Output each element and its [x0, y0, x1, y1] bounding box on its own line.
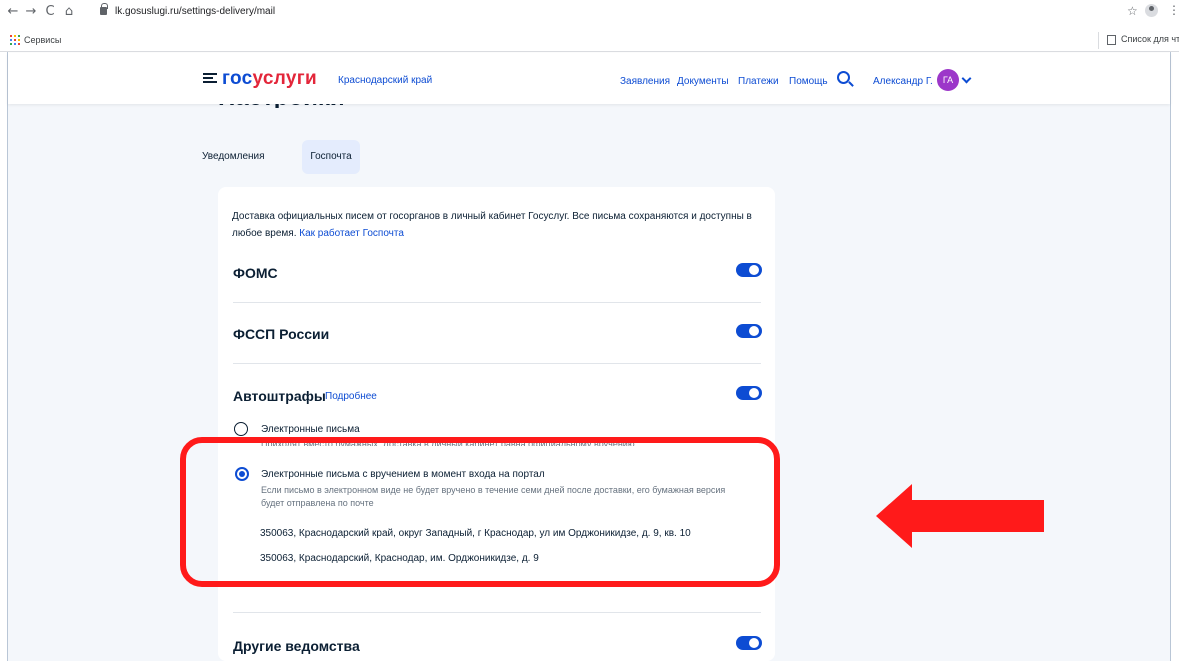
nav-payments[interactable]: Платежи: [738, 76, 779, 87]
nav-applications[interactable]: Заявления: [620, 76, 670, 87]
site-header: госуслуги Краснодарский край Заявления Д…: [8, 53, 1170, 104]
star-icon[interactable]: ☆: [1127, 4, 1138, 18]
autofines-more-link[interactable]: Подробнее: [325, 391, 377, 402]
browser-chrome: ← → C ⌂ lk.gosuslugi.ru/settings-deliver…: [0, 0, 1179, 52]
region-selector[interactable]: Краснодарский край: [338, 75, 432, 86]
back-arrow-icon[interactable]: ←: [6, 5, 20, 19]
menu-dots-icon[interactable]: ⋮: [1168, 3, 1179, 17]
option1-label: Электронные письма: [261, 424, 360, 435]
other-agencies-toggle[interactable]: [736, 636, 762, 650]
lock-icon: [100, 3, 108, 15]
reading-list-button[interactable]: Список для чтения: [1098, 32, 1179, 49]
foms-toggle[interactable]: [736, 263, 762, 277]
address-bar-row: ← → C ⌂ lk.gosuslugi.ru/settings-deliver…: [0, 0, 1179, 26]
address-bar[interactable]: lk.gosuslugi.ru/settings-delivery/mail: [88, 3, 1068, 22]
user-name[interactable]: Александр Г.: [873, 76, 933, 87]
tab-notifications[interactable]: Уведомления: [202, 140, 265, 174]
hamburger-menu-icon[interactable]: [203, 73, 217, 84]
radio-electronic-letters[interactable]: [234, 422, 248, 436]
gosuslugi-logo[interactable]: госуслуги: [222, 68, 317, 90]
agency-other-title: Другие ведомства: [233, 638, 360, 654]
reading-list-label: Список для чтения: [1121, 34, 1179, 44]
nav-help[interactable]: Помощь: [789, 76, 828, 87]
agency-foms-title: ФОМС: [233, 265, 278, 281]
forward-arrow-icon[interactable]: →: [24, 5, 38, 19]
fssp-toggle[interactable]: [736, 324, 762, 338]
divider: [233, 363, 761, 364]
search-icon[interactable]: [837, 71, 850, 84]
url-text: lk.gosuslugi.ru/settings-delivery/mail: [115, 6, 276, 17]
profile-icon[interactable]: [1145, 4, 1158, 17]
agency-fssp-title: ФССП России: [233, 326, 330, 342]
bookmarks-bar: Сервисы Список для чтения: [0, 30, 1179, 52]
reload-icon[interactable]: C: [43, 5, 57, 19]
bookmark-services[interactable]: Сервисы: [24, 35, 61, 45]
viewport-right-border: [1170, 52, 1171, 661]
how-it-works-link[interactable]: Как работает Госпочта: [299, 228, 404, 239]
divider: [233, 612, 761, 613]
intro-text: Доставка официальных писем от госорганов…: [232, 211, 752, 239]
avatar[interactable]: ГА: [937, 69, 959, 91]
apps-grid-icon[interactable]: [10, 35, 20, 45]
highlight-frame: [180, 437, 780, 587]
autofines-toggle[interactable]: [736, 386, 762, 400]
tab-gospochta[interactable]: Госпочта: [302, 140, 360, 174]
nav-documents[interactable]: Документы: [677, 76, 729, 87]
reading-list-icon: [1107, 35, 1116, 45]
agency-autofines-title: Автоштрафы: [233, 388, 326, 404]
home-icon[interactable]: ⌂: [62, 5, 76, 19]
chevron-down-icon[interactable]: [961, 73, 972, 84]
red-arrow-icon: [876, 484, 1044, 548]
divider: [233, 302, 761, 303]
